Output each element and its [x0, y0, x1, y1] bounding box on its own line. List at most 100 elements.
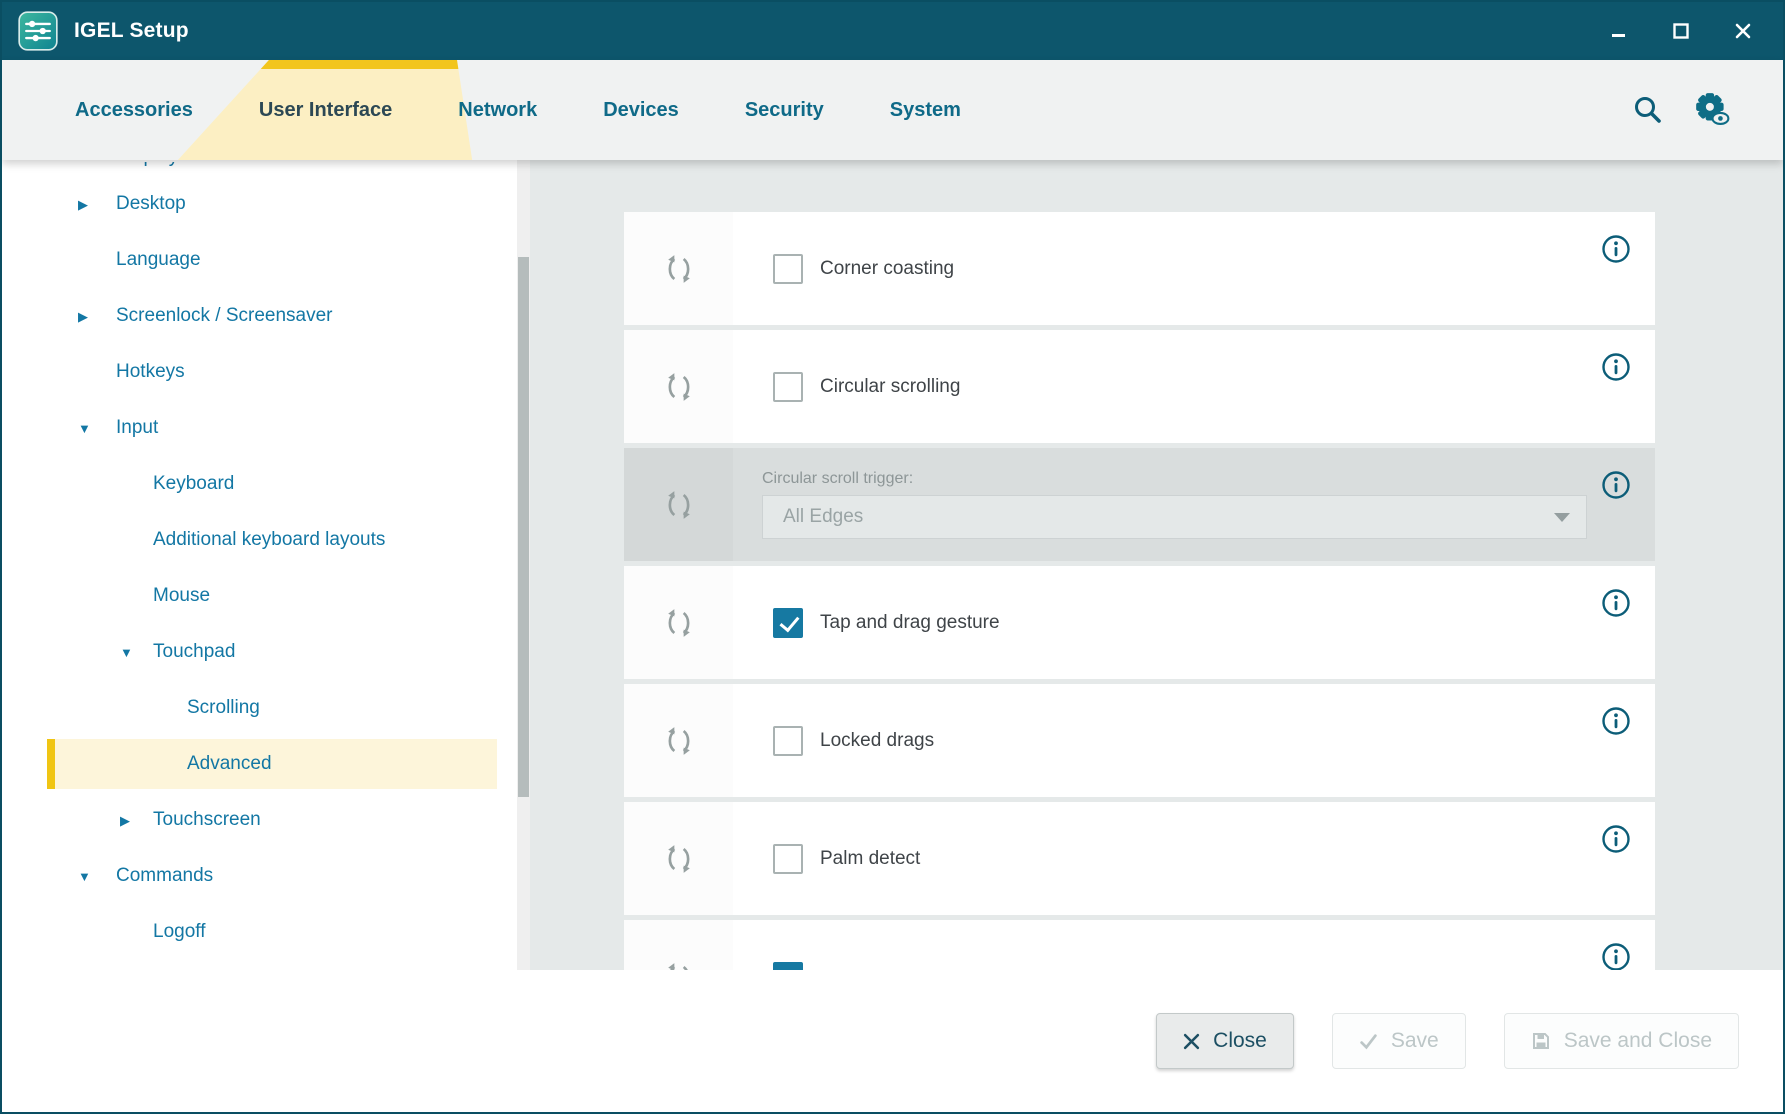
info-icon[interactable]: [1601, 706, 1631, 736]
tab-label: Security: [745, 99, 824, 122]
sidebar-item-label: Commands: [116, 865, 213, 887]
sidebar-item-scrolling[interactable]: Scrolling: [2, 680, 530, 736]
settings-list: Corner coasting Circular scrolling Circula…: [624, 212, 1655, 970]
reset-icon: [663, 725, 695, 757]
setting-row-7: [624, 920, 1655, 970]
reset-parameter-button[interactable]: [624, 802, 733, 915]
sidebar-item-label: Touchscreen: [153, 809, 261, 831]
dropdown-label: Circular scroll trigger:: [762, 470, 913, 488]
igel-logo-icon: [18, 11, 58, 51]
checkbox-circular-scrolling[interactable]: [773, 372, 803, 402]
info-icon[interactable]: [1601, 824, 1631, 854]
sidebar-scrollbar[interactable]: [517, 160, 530, 970]
sidebar-tree: ▶Display▶DesktopLanguage▶Screenlock / Sc…: [2, 160, 530, 960]
save-icon: [1531, 1031, 1551, 1051]
tab-system[interactable]: System: [857, 60, 994, 160]
sidebar-item-label: Keyboard: [153, 473, 234, 495]
sidebar-item-label: Hotkeys: [116, 361, 185, 383]
reset-icon: [663, 489, 695, 521]
sidebar-item-language[interactable]: Language: [2, 232, 530, 288]
tab-bar: AccessoriesUser InterfaceNetworkDevicesS…: [2, 60, 1783, 160]
sidebar-item-label: Touchpad: [153, 641, 235, 663]
setting-row-corner-coasting: Corner coasting: [624, 212, 1655, 325]
sidebar-item-additional-keyboard-layouts[interactable]: Additional keyboard layouts: [2, 512, 530, 568]
chevron-down-icon[interactable]: ▼: [78, 422, 91, 435]
checkbox-corner-coasting[interactable]: [773, 254, 803, 284]
setting-row-tap-and-drag-gesture: Tap and drag gesture: [624, 566, 1655, 679]
sidebar-item-logoff[interactable]: Logoff: [2, 904, 530, 960]
tab-network[interactable]: Network: [425, 60, 570, 160]
tab-bar-icons: [1631, 60, 1783, 160]
sidebar-item-commands[interactable]: ▼ Commands: [2, 848, 530, 904]
tab-label: Devices: [603, 99, 679, 122]
sidebar-item-label: Desktop: [116, 193, 186, 215]
circular-scroll-trigger-select: All Edges: [762, 495, 1587, 539]
checkbox-locked-drags[interactable]: [773, 726, 803, 756]
maximize-button[interactable]: [1673, 23, 1689, 39]
reset-parameter-button[interactable]: [624, 448, 733, 561]
sidebar-item-screenlock-screensaver[interactable]: ▶Screenlock / Screensaver: [2, 288, 530, 344]
sidebar-item-keyboard[interactable]: Keyboard: [2, 456, 530, 512]
sidebar-item-hotkeys[interactable]: Hotkeys: [2, 344, 530, 400]
tab-security[interactable]: Security: [712, 60, 857, 160]
tab-list: AccessoriesUser InterfaceNetworkDevicesS…: [42, 60, 994, 160]
content-area: ▶Display▶DesktopLanguage▶Screenlock / Sc…: [2, 160, 1783, 970]
sidebar: ▶Display▶DesktopLanguage▶Screenlock / Sc…: [2, 160, 530, 970]
scrollbar-thumb[interactable]: [518, 257, 529, 797]
sidebar-item-label: Display: [116, 162, 178, 168]
row-content: Corner coasting: [733, 212, 1655, 325]
checkbox-palm-detect[interactable]: [773, 844, 803, 874]
gear-eye-icon[interactable]: [1693, 91, 1731, 129]
sidebar-item-touchscreen[interactable]: ▶ Touchscreen: [2, 792, 530, 848]
save-and-close-button: Save and Close: [1504, 1013, 1739, 1069]
tab-user-interface[interactable]: User Interface: [226, 60, 425, 160]
window-title: IGEL Setup: [74, 19, 189, 43]
sidebar-item-advanced[interactable]: Advanced: [2, 736, 530, 792]
sidebar-item-mouse[interactable]: Mouse: [2, 568, 530, 624]
sidebar-item-desktop[interactable]: ▶ Desktop: [2, 176, 530, 232]
reset-parameter-button[interactable]: [624, 566, 733, 679]
reset-icon: [663, 371, 695, 403]
sidebar-item-touchpad[interactable]: ▼ Touchpad: [2, 624, 530, 680]
setting-row-locked-drags: Locked drags: [624, 684, 1655, 797]
close-window-button[interactable]: [1735, 23, 1751, 39]
info-icon[interactable]: [1601, 942, 1631, 970]
title-bar: IGEL Setup: [2, 2, 1783, 60]
sidebar-item-label: Input: [116, 417, 158, 439]
reset-icon: [663, 843, 695, 875]
info-icon[interactable]: [1601, 352, 1631, 382]
chevron-right-icon[interactable]: ▶: [78, 198, 88, 211]
close-button[interactable]: Close: [1156, 1013, 1294, 1069]
row-content: Tap and drag gesture: [733, 566, 1655, 679]
save-and-close-button-label: Save and Close: [1564, 1029, 1712, 1053]
setting-label: Tap and drag gesture: [820, 612, 1000, 634]
reset-icon: [663, 607, 695, 639]
sidebar-item-label: Logoff: [153, 921, 205, 943]
reset-parameter-button[interactable]: [624, 684, 733, 797]
chevron-down-icon[interactable]: ▼: [78, 870, 91, 883]
info-icon[interactable]: [1601, 234, 1631, 264]
chevron-right-icon[interactable]: ▶: [78, 310, 88, 323]
info-icon[interactable]: [1601, 588, 1631, 618]
setting-label: Circular scrolling: [820, 376, 960, 398]
chevron-down-icon[interactable]: ▼: [120, 646, 133, 659]
minimize-button[interactable]: [1611, 23, 1627, 39]
info-icon[interactable]: [1601, 470, 1631, 500]
sidebar-item-display[interactable]: ▶Display: [2, 162, 530, 176]
tab-label: Network: [458, 99, 537, 122]
sidebar-item-label: Advanced: [187, 753, 272, 775]
setting-row-circular-scrolling: Circular scrolling: [624, 330, 1655, 443]
sidebar-item-input[interactable]: ▼ Input: [2, 400, 530, 456]
tab-devices[interactable]: Devices: [570, 60, 712, 160]
reset-parameter-button[interactable]: [624, 212, 733, 325]
chevron-right-icon[interactable]: ▶: [120, 814, 130, 827]
reset-parameter-button[interactable]: [624, 330, 733, 443]
reset-parameter-button[interactable]: [624, 920, 733, 970]
search-icon[interactable]: [1631, 93, 1665, 127]
close-icon: [1183, 1033, 1200, 1050]
checkbox-tap-and-drag-gesture[interactable]: [773, 608, 803, 638]
sidebar-item-label: Additional keyboard layouts: [153, 529, 385, 551]
row-content: Circular scrolling: [733, 330, 1655, 443]
window-controls: [1611, 23, 1767, 39]
checkbox-row-7[interactable]: [773, 962, 803, 971]
